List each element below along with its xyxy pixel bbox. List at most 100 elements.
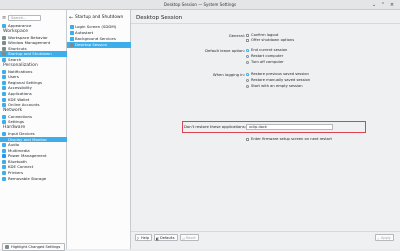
empty-session-radio[interactable]: Start with an empty session [246, 84, 303, 89]
restore-previous-radio[interactable]: Restore previous saved session [246, 72, 309, 77]
sidebar-item-label: Startup and Shutdown [8, 51, 52, 57]
general-label: General: [228, 33, 245, 38]
sidebar-item-label: Search [8, 56, 22, 62]
checkbox-icon [246, 39, 250, 43]
apply-icon: ✓ [377, 237, 380, 242]
subcategory-item-label: Background Services [75, 36, 116, 41]
module-icon [70, 25, 74, 29]
help-button[interactable]: ? Help [135, 234, 152, 241]
radio-icon [246, 55, 250, 59]
end-session-label: End current session [251, 48, 288, 52]
radio-icon [246, 49, 250, 53]
subcategory-header: ← Startup and Shutdown [67, 13, 131, 23]
sidebar-item-label: Appearance [8, 23, 32, 28]
category-icon [2, 75, 6, 80]
reset-icon: ↺ [182, 237, 185, 242]
help-label: Help [141, 236, 149, 240]
close-icon[interactable]: × [389, 2, 395, 8]
subcategory-list: Login Screen (SDDM) Autostart Background S… [67, 24, 131, 48]
subcategory-item-label: Desktop Session [75, 42, 108, 47]
sidebar-item-label: Bluetooth [8, 158, 27, 164]
search-input[interactable]: Search... [8, 15, 41, 21]
category-icon [2, 171, 6, 176]
defaults-icon: ◧ [156, 237, 160, 242]
sidebar-item-label: Notifications [8, 68, 33, 74]
sidebar-item[interactable]: Appearance [0, 23, 67, 29]
category-icon [2, 52, 6, 57]
sidebar-item-label: Workspace Behavior [8, 34, 48, 40]
sidebar-item-label: KDE Wallet [8, 96, 30, 102]
firmware-setup-checkbox[interactable]: Enter firmware setup screen on next rest… [246, 137, 332, 142]
subcategory-item[interactable]: Desktop Session [67, 42, 131, 48]
category-icon [2, 120, 6, 125]
sidebar-item-label: Printers [8, 170, 23, 176]
category-icon [2, 41, 6, 46]
help-icon: ? [137, 237, 139, 242]
sidebar-item[interactable]: Online Accounts [0, 102, 67, 108]
menu-icon[interactable]: ≡ [2, 16, 6, 21]
maximize-icon[interactable]: ⌃ [380, 2, 386, 8]
category-icon [2, 69, 6, 74]
defaults-button[interactable]: ◧ Defaults [154, 234, 178, 241]
ignore-apps-label: Don't restore these applications: [184, 124, 246, 129]
module-icon [70, 37, 74, 41]
restart-computer-radio[interactable]: Restart computer [246, 54, 284, 59]
radio-icon [246, 61, 250, 65]
reset-label: Reset [186, 236, 196, 240]
ignore-apps-input[interactable]: xclip.dock [246, 124, 333, 130]
category-icon [2, 114, 6, 119]
turn-off-radio[interactable]: Turn off computer [246, 60, 284, 65]
checkbox-icon [246, 34, 250, 38]
sidebar-item-label: KDE Connect [8, 164, 34, 170]
back-arrow-icon[interactable]: ← [69, 13, 73, 23]
apply-label: Apply [381, 236, 391, 240]
sidebar-item-label: Settings [8, 119, 24, 125]
sidebar-item-label: Multimedia [8, 147, 30, 153]
category-icon [2, 35, 6, 40]
sidebar-item-label: Applications [8, 90, 32, 96]
sidebar-item[interactable]: Removable Storage [0, 176, 67, 182]
module-icon [70, 43, 74, 47]
offer-shutdown-checkbox[interactable]: Offer shutdown options [246, 38, 294, 43]
minimize-icon[interactable]: ⌄ [371, 2, 377, 8]
header-divider [131, 23, 400, 24]
window-title: Desktop Session — System Settings [163, 2, 237, 7]
sidebar-search-row: ≡ Search... [0, 13, 67, 23]
highlight-changed-button[interactable]: Highlight Changed Settings [2, 243, 65, 251]
subcategory-item-label: Login Screen (SDDM) [75, 24, 117, 29]
default-leave-label: Default leave option: [205, 48, 245, 53]
reset-button[interactable]: ↺ Reset [180, 234, 199, 241]
sidebar-item-label: Online Accounts [8, 102, 40, 108]
category-icon [2, 159, 6, 164]
category-icon [2, 148, 6, 153]
sidebar-item-label: Audio [8, 142, 20, 148]
category-icon [2, 143, 6, 148]
sidebar-item[interactable]: Search [0, 57, 67, 63]
turn-off-label: Turn off computer [251, 60, 284, 64]
category-icon [2, 24, 6, 28]
radio-icon [246, 73, 250, 77]
firmware-setup-label: Enter firmware setup screen on next rest… [251, 137, 332, 141]
category-icon [2, 176, 6, 181]
sidebar-item-label: Power Management [8, 153, 47, 159]
sidebar-item[interactable]: Settings [0, 119, 67, 125]
sidebar-item-label: Window Management [8, 40, 51, 46]
defaults-label: Defaults [160, 236, 175, 240]
category-icon [2, 154, 6, 159]
restart-computer-label: Restart computer [251, 54, 284, 58]
module-icon [70, 31, 74, 35]
restore-manual-label: Restore manually saved session [251, 78, 311, 82]
sidebar-item-label: Input Devices [8, 130, 35, 136]
end-session-radio[interactable]: End current session [246, 48, 288, 53]
sidebar-item-label: Accessibility [8, 85, 32, 91]
category-icon [2, 103, 6, 108]
highlight-icon [5, 245, 9, 249]
radio-icon [246, 79, 250, 83]
subcategory-panel: ← Startup and Shutdown Login Screen (SDD… [67, 10, 131, 249]
empty-session-label: Start with an empty session [251, 84, 303, 88]
category-icon [2, 97, 6, 102]
apply-button[interactable]: ✓ Apply [375, 234, 394, 241]
subcategory-title: Startup and Shutdown [75, 15, 124, 20]
category-icon [2, 80, 6, 85]
restore-manual-radio[interactable]: Restore manually saved session [246, 78, 311, 83]
